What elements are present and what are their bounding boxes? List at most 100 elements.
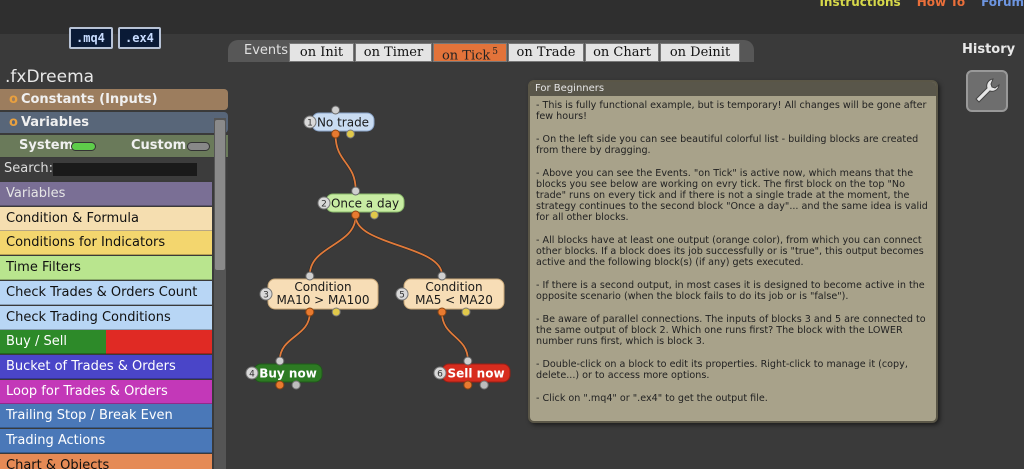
beginners-paragraph: - All blocks have at least one output (o…: [536, 235, 924, 268]
sidebar-item-conditions-for-indicators[interactable]: Conditions for Indicators: [0, 231, 212, 256]
sidebar-item-trailing-stop-break-even[interactable]: Trailing Stop / Break Even: [0, 404, 212, 429]
beginners-paragraph: - Double-click on a block to edit its pr…: [536, 359, 908, 381]
circle-bullet-icon: o: [9, 115, 18, 130]
block-second-output-port: [331, 307, 341, 317]
beginners-paragraph: - Above you can see the Events. "on Tick…: [536, 168, 928, 223]
beginners-paragraph: - Click on ".mq4" or ".ex4" to get the o…: [536, 393, 768, 404]
for-beginners-title: For Beginners: [530, 82, 936, 96]
connection-line: [354, 215, 443, 276]
block-second-output-port: [479, 380, 489, 390]
history-icon[interactable]: [966, 70, 1008, 112]
forum-link[interactable]: Forum: [981, 0, 1024, 9]
sidebar-item-time-filters[interactable]: Time Filters: [0, 256, 212, 281]
block-filter-bar: System Custom: [0, 135, 228, 157]
block-input-port: [463, 356, 473, 366]
block-output-port: [437, 307, 447, 317]
block-second-output-port: [369, 210, 379, 220]
system-toggle[interactable]: [71, 142, 96, 151]
search-input[interactable]: [53, 163, 197, 176]
block-3[interactable]: 3 ConditionMA10 > MA100: [259, 271, 379, 317]
tab-on-init[interactable]: on Init: [289, 43, 354, 62]
block-output-port: [275, 380, 285, 390]
block-label: Sell now: [447, 367, 504, 381]
scrollbar-thumb[interactable]: [215, 120, 225, 270]
block-output-port: [463, 380, 473, 390]
block-input-port: [351, 186, 361, 196]
sidebar-item-chart-objects[interactable]: Chart & Objects: [0, 453, 212, 469]
block-output-port: [351, 210, 361, 220]
tab-on-tick-count: 5: [492, 47, 499, 57]
block-2[interactable]: 2 Once a day: [317, 186, 405, 220]
block-second-output-port: [345, 129, 355, 139]
beginners-paragraph: - On the left side you can see beautiful…: [536, 134, 919, 156]
block-number: 2: [321, 200, 327, 210]
beginners-paragraph: - If there is a second output, in most c…: [536, 280, 925, 302]
wrench-icon: [975, 78, 1000, 103]
block-number: 3: [263, 291, 269, 301]
block-number: 1: [307, 119, 313, 129]
sidebar-item-trading-actions[interactable]: Trading Actions: [0, 429, 212, 453]
tab-on-timer[interactable]: on Timer: [355, 43, 432, 62]
top-links: Instructions How To Forum: [803, 0, 1024, 9]
events-label: Events: [244, 43, 289, 58]
block-label: No trade: [317, 116, 369, 130]
sidebar-item-check-trading-conditions[interactable]: Check Trading Conditions: [0, 305, 212, 330]
block-input-port: [305, 271, 315, 281]
how-to-link[interactable]: How To: [917, 0, 965, 9]
variables-header[interactable]: o Variables: [0, 112, 228, 133]
block-4[interactable]: 4 Buy now: [245, 356, 323, 390]
sidebar-item-buy-sell[interactable]: Buy / Sell: [0, 330, 212, 355]
block-label: MA5 < MA20: [415, 293, 493, 307]
sidebar-item-check-trades-orders-count[interactable]: Check Trades & Orders Count: [0, 280, 212, 305]
custom-toggle[interactable]: [187, 142, 210, 151]
block-label: MA10 > MA100: [277, 293, 370, 307]
constants-inputs-header[interactable]: o Constants (Inputs): [0, 89, 228, 110]
connection-line: [334, 134, 357, 191]
beginners-paragraph: - This is fully functional example, but …: [536, 100, 927, 122]
sidebar-title: .fxDreema: [5, 67, 95, 87]
for-beginners-panel: For Beginners - This is fully functional…: [528, 80, 938, 423]
block-label: Condition: [294, 280, 351, 294]
sidebar-item-loop-for-trades-orders[interactable]: Loop for Trades & Orders: [0, 379, 212, 404]
block-input-port: [437, 271, 447, 281]
sidebar-item-condition-formula[interactable]: Condition & Formula: [0, 206, 212, 231]
block-output-port: [331, 129, 341, 139]
tab-on-chart[interactable]: on Chart: [585, 43, 659, 62]
export-mq4-button[interactable]: .mq4: [69, 27, 113, 49]
block-number: 4: [249, 370, 255, 380]
block-second-output-port: [461, 307, 471, 317]
sidebar-scrollbar[interactable]: [214, 118, 226, 469]
sidebar-item-bucket-of-trades-orders[interactable]: Bucket of Trades & Orders: [0, 354, 212, 379]
block-label: Buy now: [259, 367, 317, 381]
block-output-port: [305, 307, 315, 317]
constants-label: Constants (Inputs): [20, 92, 158, 107]
search-label: Search:: [4, 161, 54, 176]
block-input-port: [275, 356, 285, 366]
beginners-paragraph: - Be aware of parallel connections. The …: [536, 314, 926, 347]
block-second-output-port: [291, 380, 301, 390]
variables-label: Variables: [20, 115, 90, 130]
search-row: Search:: [0, 158, 228, 180]
block-label: Once a day: [331, 197, 399, 211]
export-ex4-button[interactable]: .ex4: [118, 27, 161, 49]
tab-on-deinit[interactable]: on Deinit: [660, 43, 740, 62]
connection-line: [308, 215, 357, 276]
circle-bullet-icon: o: [9, 92, 18, 107]
for-beginners-body: - This is fully functional example, but …: [530, 96, 936, 420]
connection-line: [441, 312, 469, 361]
custom-label: Custom: [131, 138, 187, 153]
block-1[interactable]: 1 No trade: [303, 105, 375, 139]
block-5[interactable]: 5 ConditionMA5 < MA20: [395, 271, 505, 317]
system-label: System: [19, 138, 74, 153]
tab-on-tick[interactable]: on Tick 5: [433, 43, 507, 63]
sidebar-item-variables[interactable]: Variables: [0, 182, 212, 206]
block-label: Condition: [425, 280, 482, 294]
fxdreema-vertical-logo: fxdreem: [0, 0, 4, 55]
instructions-link[interactable]: Instructions: [819, 0, 900, 9]
connection-line: [278, 312, 311, 361]
block-6[interactable]: 6 Sell now: [433, 356, 511, 390]
block-input-port: [331, 105, 341, 115]
history-label: History: [962, 42, 1016, 57]
block-number: 5: [399, 291, 405, 301]
tab-on-trade[interactable]: on Trade: [508, 43, 584, 62]
